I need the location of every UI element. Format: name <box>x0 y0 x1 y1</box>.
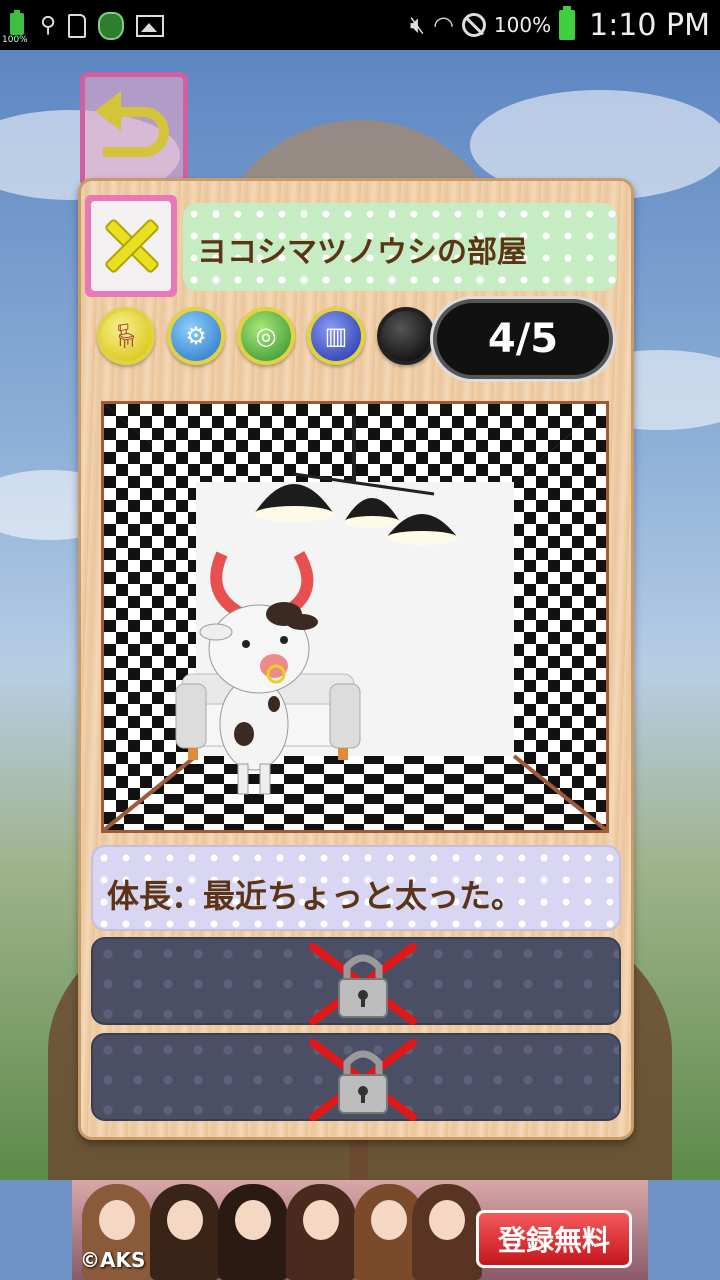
ceiling-icon: ⚙ <box>185 322 207 350</box>
register-free-label: 登録無料 <box>497 1224 610 1257</box>
other-category-button[interactable] <box>377 307 435 365</box>
room-illustration <box>104 404 606 830</box>
clock: 1:10 PM <box>589 7 710 43</box>
ad-photo-person <box>218 1184 288 1280</box>
ad-banner[interactable]: ©AKS 登録無料 <box>72 1180 648 1280</box>
room-view <box>101 401 609 833</box>
locked-row <box>91 1033 621 1121</box>
close-icon <box>91 201 171 291</box>
locked-row <box>91 937 621 1025</box>
app-logo-icon <box>98 12 125 40</box>
room-panel: ヨコシマツノウシの部屋 🪑︎ ⚙ ◎ ▥ 4/5 体長：最近ちょっと太った。 <box>78 178 634 1140</box>
status-bar: 100% ⚲ 🔇︎ ◠ 100% 1:10 PM <box>0 0 720 50</box>
info-text: 体長：最近ちょっと太った。 <box>107 877 524 915</box>
ad-copyright: ©AKS <box>80 1248 146 1272</box>
small-battery-percent: 100% <box>2 35 28 45</box>
sd-card-icon <box>68 14 87 38</box>
carpet-roll-icon: ◎ <box>255 322 277 350</box>
wifi-icon: ◠ <box>432 11 454 39</box>
ceiling-category-button[interactable]: ⚙ <box>167 307 225 365</box>
floor-category-button[interactable]: ◎ <box>237 307 295 365</box>
battery-percent: 100% <box>493 13 552 37</box>
mute-icon: 🔇︎ <box>409 11 425 39</box>
battery-icon: 100% <box>2 9 28 45</box>
blocked-icon <box>461 13 486 37</box>
furniture-category-button[interactable]: 🪑︎ <box>97 307 155 365</box>
register-free-button[interactable]: 登録無料 <box>476 1210 632 1268</box>
info-row: 体長：最近ちょっと太った。 <box>91 845 621 931</box>
back-button[interactable] <box>80 72 188 188</box>
ad-photo-person <box>150 1184 220 1280</box>
usb-icon: ⚲ <box>40 13 57 38</box>
battery-icon <box>559 6 576 40</box>
wall-icon: ▥ <box>324 322 348 350</box>
page-counter: 4/5 <box>487 316 559 362</box>
wall-category-button[interactable]: ▥ <box>307 307 365 365</box>
page-indicator: 4/5 <box>433 299 613 379</box>
image-icon <box>136 15 165 37</box>
chair-icon: 🪑︎ <box>110 322 142 350</box>
ad-photo-person <box>412 1184 482 1280</box>
lock-icon <box>309 943 417 1025</box>
ad-photo-person <box>286 1184 356 1280</box>
lock-icon <box>309 1039 417 1121</box>
title-plate: ヨコシマツノウシの部屋 <box>183 203 617 291</box>
close-button[interactable] <box>85 195 177 297</box>
room-title: ヨコシマツノウシの部屋 <box>197 235 527 270</box>
category-tabs: 🪑︎ ⚙ ◎ ▥ <box>97 307 435 371</box>
